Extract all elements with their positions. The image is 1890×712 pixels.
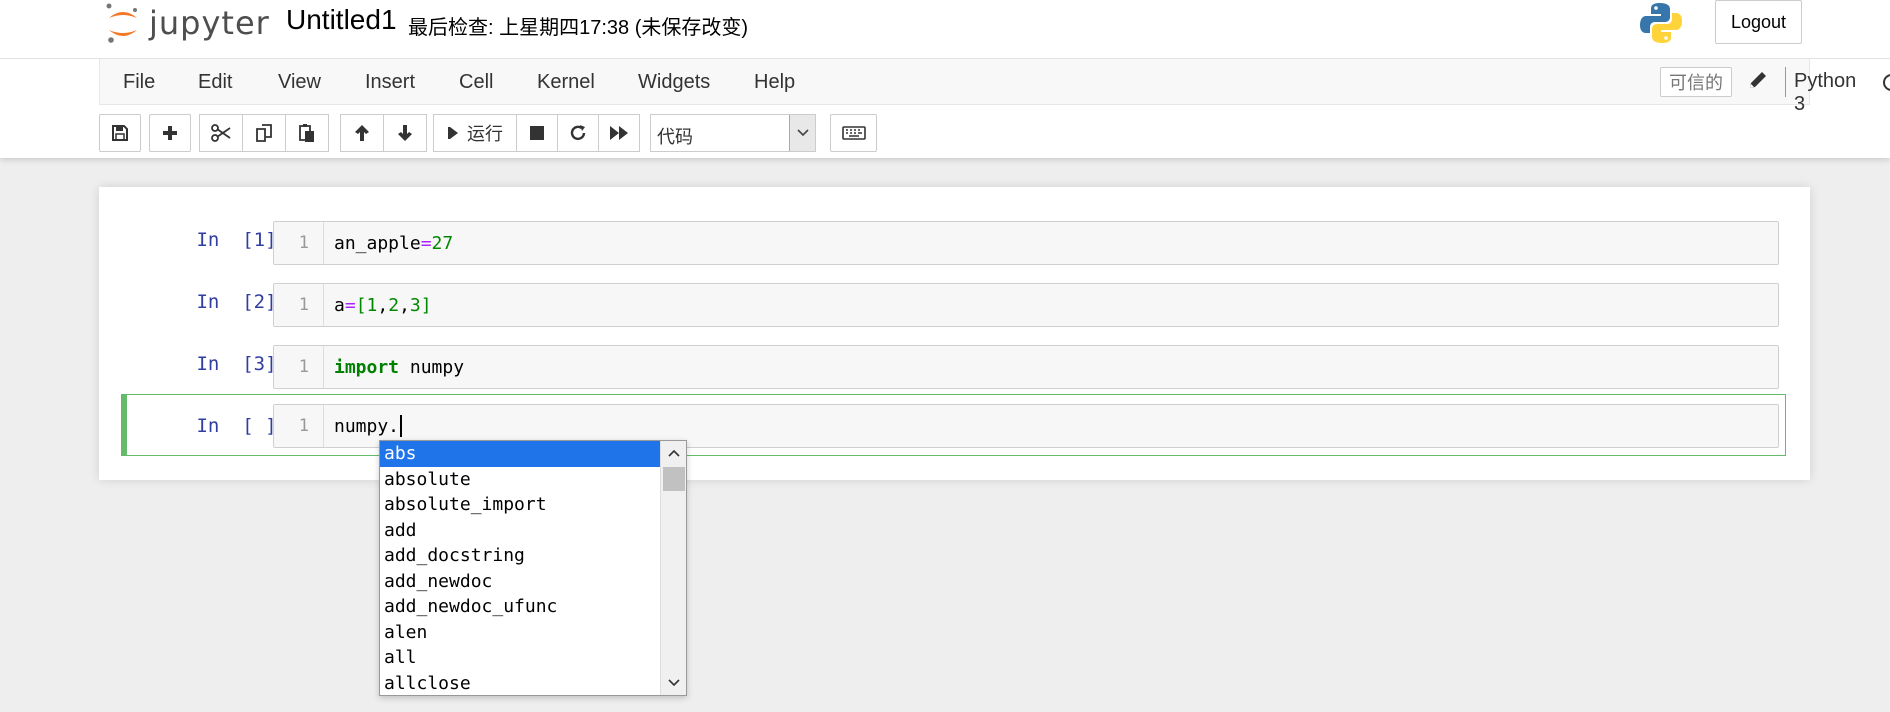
menu-widgets[interactable]: Widgets — [638, 71, 710, 94]
code-token: numpy — [399, 356, 465, 378]
code-token: , — [377, 294, 389, 316]
stop-icon — [530, 126, 544, 140]
autocomplete-item[interactable]: absolute_import — [380, 492, 661, 518]
logo-text: jupyter — [149, 4, 270, 42]
code-cell[interactable]: In [3]: 1 import numpy — [121, 336, 1786, 390]
menu-view[interactable]: View — [278, 71, 321, 94]
autocomplete-item[interactable]: add — [380, 518, 661, 544]
save-button[interactable] — [99, 114, 141, 152]
code-token: ] — [420, 294, 432, 316]
code-token: 3 — [409, 294, 421, 316]
arrow-up-icon — [355, 125, 369, 141]
scrollbar-thumb[interactable] — [663, 467, 685, 491]
logout-button[interactable]: Logout — [1715, 0, 1802, 44]
toolbar: 运行 代码 — [99, 114, 1810, 152]
code-cell[interactable]: In [1]: 1 an_apple = 27 — [121, 212, 1786, 266]
autocomplete-item[interactable]: add_newdoc_ufunc — [380, 594, 661, 620]
interrupt-button[interactable] — [516, 114, 558, 152]
code-text: import numpy — [334, 346, 464, 388]
line-number: 1 — [274, 346, 324, 388]
autocomplete-item[interactable]: alen — [380, 620, 661, 646]
fast-forward-icon — [610, 126, 628, 140]
code-token: 2 — [388, 294, 400, 316]
move-up-button[interactable] — [340, 114, 384, 152]
menu-help[interactable]: Help — [754, 71, 795, 94]
code-editor[interactable]: 1 import numpy — [273, 345, 1779, 389]
code-text: an_apple = 27 — [334, 222, 453, 264]
scroll-up-icon[interactable] — [661, 441, 686, 465]
autocomplete-popup[interactable]: abs absolute absolute_import add add_doc… — [379, 440, 687, 696]
trusted-indicator[interactable]: 可信的 — [1660, 67, 1732, 97]
code-token: an_apple — [334, 232, 421, 254]
menu-file[interactable]: File — [123, 71, 155, 94]
code-token: 1 — [366, 294, 378, 316]
copy-icon — [256, 124, 272, 142]
kernel-separator — [1785, 67, 1786, 97]
menu-kernel[interactable]: Kernel — [537, 71, 595, 94]
menu-cell[interactable]: Cell — [459, 71, 493, 94]
notebook-title[interactable]: Untitled1 — [286, 4, 397, 36]
code-token: = — [344, 294, 356, 316]
code-editor[interactable]: 1 an_apple = 27 — [273, 221, 1779, 265]
restart-button[interactable] — [557, 114, 599, 152]
copy-button[interactable] — [242, 114, 286, 152]
plus-icon — [163, 126, 177, 140]
code-token: import — [334, 356, 400, 378]
text-cursor — [400, 415, 403, 437]
cell-type-value: 代码 — [657, 127, 693, 147]
autocomplete-item[interactable]: absolute — [380, 467, 661, 493]
keyboard-icon — [841, 126, 866, 140]
code-token: = — [420, 232, 432, 254]
code-cell-selected[interactable]: In [ ]: 1 numpy. — [121, 394, 1786, 456]
chevron-down-icon — [789, 115, 815, 151]
autocomplete-scrollbar[interactable] — [660, 441, 686, 695]
code-cell[interactable]: In [2]: 1 a =[1, 2, 3] — [121, 274, 1786, 328]
line-number: 1 — [274, 222, 324, 264]
pencil-icon[interactable] — [1745, 69, 1771, 95]
kernel-idle-indicator-icon — [1883, 74, 1890, 91]
paste-button[interactable] — [285, 114, 329, 152]
code-token: 27 — [431, 232, 454, 254]
autocomplete-item[interactable]: abs — [380, 441, 661, 467]
autocomplete-item[interactable]: allclose — [380, 671, 661, 696]
code-text: a =[1, 2, 3] — [334, 284, 432, 326]
jupyter-logo-icon — [106, 3, 137, 43]
code-editor[interactable]: 1 a =[1, 2, 3] — [273, 283, 1779, 327]
restart-run-all-button[interactable] — [598, 114, 640, 152]
paste-icon — [299, 124, 314, 142]
autocomplete-list: abs absolute absolute_import add add_doc… — [380, 441, 661, 696]
cut-button[interactable] — [199, 114, 243, 152]
code-token: numpy. — [334, 415, 400, 437]
line-number: 1 — [274, 284, 324, 326]
step-forward-icon — [448, 127, 458, 139]
jupyter-logo[interactable]: jupyter — [105, 2, 270, 44]
arrow-down-icon — [398, 125, 412, 141]
code-token: , — [399, 294, 410, 316]
scissors-icon — [211, 124, 231, 142]
menubar: File Edit View Insert Cell Kernel Widget… — [99, 59, 1890, 115]
header-top: jupyter Untitled1 最后检查: 上星期四17:38 (未保存改变… — [0, 0, 1890, 59]
autocomplete-item[interactable]: add_docstring — [380, 543, 661, 569]
menu-edit[interactable]: Edit — [198, 71, 232, 94]
autocomplete-item[interactable]: add_newdoc — [380, 569, 661, 595]
command-palette-button[interactable] — [830, 114, 877, 152]
line-number: 1 — [274, 405, 324, 447]
kernel-name[interactable]: Python 3 — [1794, 70, 1856, 116]
menu-insert[interactable]: Insert — [365, 71, 415, 94]
header: jupyter Untitled1 最后检查: 上星期四17:38 (未保存改变… — [0, 0, 1890, 158]
autocomplete-item[interactable]: all — [380, 645, 661, 671]
insert-cell-button[interactable] — [149, 114, 191, 152]
code-token: [ — [355, 294, 367, 316]
code-token: a — [334, 294, 345, 316]
run-label: 运行 — [467, 124, 503, 144]
move-down-button[interactable] — [383, 114, 427, 152]
cell-type-select[interactable]: 代码 — [650, 114, 816, 152]
checkpoint-status: 最后检查: 上星期四17:38 (未保存改变) — [408, 17, 749, 39]
notebook-container: In [1]: 1 an_apple = 27 In [2]: 1 a =[1, 2, 3… — [99, 187, 1810, 480]
save-icon — [112, 125, 128, 141]
run-button[interactable]: 运行 — [433, 114, 517, 152]
refresh-icon — [570, 125, 586, 141]
python-logo-icon — [1640, 3, 1682, 43]
scroll-down-icon[interactable] — [661, 671, 686, 695]
